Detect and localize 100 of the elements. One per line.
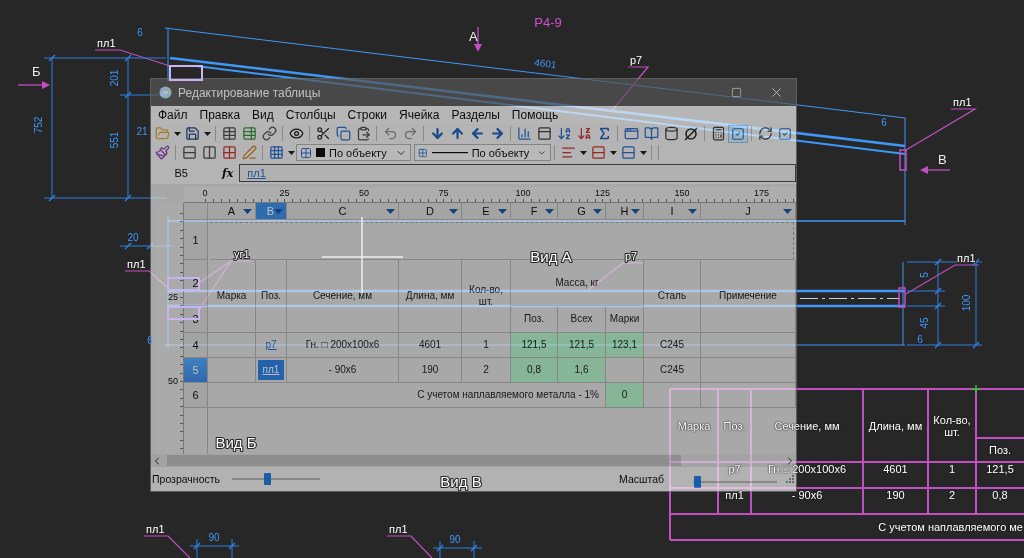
- save-icon[interactable]: [184, 126, 200, 141]
- diameter-icon[interactable]: [684, 126, 698, 141]
- dropdown-arrow-icon[interactable]: [386, 208, 395, 214]
- copy-icon[interactable]: [335, 126, 351, 141]
- header-cell[interactable]: Поз.: [256, 260, 287, 333]
- empty-cell[interactable]: [701, 383, 796, 408]
- row-header[interactable]: 4: [184, 333, 208, 358]
- menu-item[interactable]: Разделы: [445, 106, 506, 124]
- row-header[interactable]: 1: [184, 220, 208, 260]
- undo-icon[interactable]: [382, 126, 398, 141]
- table-cell[interactable]: 190: [399, 358, 462, 383]
- arrow-right-icon[interactable]: [489, 126, 505, 141]
- formula-field[interactable]: пл1: [239, 164, 796, 182]
- redo-icon[interactable]: [402, 126, 418, 141]
- table-cell[interactable]: 123,1: [606, 333, 644, 358]
- calculator-icon[interactable]: [710, 126, 726, 141]
- column-header[interactable]: D: [399, 203, 462, 220]
- dropdown-arrow-icon[interactable]: [498, 208, 507, 214]
- refresh-icon[interactable]: [757, 126, 773, 141]
- table-cell[interactable]: 121,5: [511, 333, 558, 358]
- clipboard-icon[interactable]: [355, 126, 371, 141]
- caret-icon[interactable]: [609, 150, 617, 155]
- dropdown-arrow-icon[interactable]: [783, 208, 792, 214]
- menu-item[interactable]: Строки: [341, 106, 394, 124]
- column-header[interactable]: E: [462, 203, 511, 220]
- header-cell[interactable]: Длина, мм: [399, 260, 462, 333]
- slider-thumb[interactable]: [694, 476, 702, 488]
- column-header[interactable]: G: [558, 203, 606, 220]
- dropdown-arrow-icon[interactable]: [593, 208, 602, 214]
- table-cell[interactable]: 1: [462, 333, 511, 358]
- table-cell[interactable]: 0,8: [511, 358, 558, 383]
- caret-icon[interactable]: [579, 150, 587, 155]
- row-header[interactable]: 2: [184, 260, 208, 306]
- rows-icon[interactable]: [181, 145, 197, 160]
- column-header[interactable]: J: [701, 203, 796, 220]
- sort-ascending-icon[interactable]: [556, 126, 572, 141]
- scissors-icon[interactable]: [315, 126, 331, 141]
- grid-icon[interactable]: [268, 145, 284, 160]
- row-header[interactable]: 6: [184, 383, 208, 408]
- dropdown-arrow-icon[interactable]: [449, 208, 458, 214]
- sort-descending-icon[interactable]: [576, 126, 592, 141]
- table-icon[interactable]: [241, 126, 257, 141]
- column-header[interactable]: A: [208, 203, 256, 220]
- table-cell[interactable]: - 90x6: [287, 358, 399, 383]
- table-cell[interactable]: Гн. □ 200x100x6: [287, 333, 399, 358]
- pencil-icon[interactable]: [241, 145, 257, 160]
- header-cell[interactable]: Кол-во, шт.: [462, 260, 511, 333]
- rows-icon[interactable]: [620, 145, 636, 160]
- menu-item[interactable]: Вид: [246, 106, 280, 124]
- line-style-select[interactable]: По объекту: [414, 144, 551, 161]
- cylinder-icon[interactable]: [663, 126, 679, 141]
- table-cell[interactable]: С учетом наплавляемого металла - 1%: [208, 383, 606, 408]
- column-header[interactable]: F: [511, 203, 558, 220]
- rows-icon[interactable]: [590, 145, 606, 160]
- menu-item[interactable]: Помощь: [505, 106, 565, 124]
- table-cell[interactable]: 4601: [399, 333, 462, 358]
- header-cell[interactable]: Сталь: [644, 260, 701, 333]
- table-cell[interactable]: С245: [644, 333, 701, 358]
- caret-icon[interactable]: [639, 150, 647, 155]
- slider-thumb[interactable]: [264, 473, 272, 485]
- grid-icon[interactable]: [221, 145, 237, 160]
- columns-icon[interactable]: [201, 145, 217, 160]
- table-cell[interactable]: 1,6: [558, 358, 606, 383]
- dropdown-arrow-icon[interactable]: [631, 208, 640, 214]
- book-icon[interactable]: [643, 126, 659, 141]
- caret-icon[interactable]: [173, 131, 181, 136]
- header-cell[interactable]: Поз.: [511, 306, 558, 333]
- table-cell[interactable]: 0: [606, 383, 644, 408]
- caret-icon[interactable]: [203, 131, 211, 136]
- menu-item[interactable]: Файл: [152, 106, 194, 124]
- fill-select[interactable]: По объекту: [296, 144, 411, 161]
- table-icon[interactable]: [221, 126, 237, 141]
- align-left-icon[interactable]: [560, 145, 576, 160]
- table-cell[interactable]: С245: [644, 358, 701, 383]
- scrollbar-thumb[interactable]: [167, 455, 681, 466]
- dropdown-arrow-icon[interactable]: [243, 208, 252, 214]
- dropdown-arrow-icon[interactable]: [545, 208, 554, 214]
- window-icon[interactable]: [623, 126, 639, 141]
- caret-icon[interactable]: [287, 150, 295, 155]
- dropdown-arrow-icon[interactable]: [688, 208, 697, 214]
- header-cell[interactable]: Марка: [208, 260, 256, 333]
- column-header[interactable]: H: [606, 203, 644, 220]
- toggle-button[interactable]: [728, 124, 748, 143]
- table-cell[interactable]: пл1: [256, 358, 287, 383]
- arrow-down-icon[interactable]: [429, 126, 445, 141]
- menu-item[interactable]: Ячейка: [393, 106, 446, 124]
- header-cell[interactable]: Сечение, мм: [287, 260, 399, 333]
- paintbrush-icon[interactable]: [154, 145, 170, 160]
- header-cell[interactable]: Марки: [606, 306, 644, 333]
- window-icon[interactable]: [536, 126, 552, 141]
- header-cell[interactable]: Примечение: [701, 260, 796, 333]
- column-header[interactable]: C: [287, 203, 399, 220]
- resize-grip-icon[interactable]: [786, 475, 794, 483]
- column-header[interactable]: I: [644, 203, 701, 220]
- link-icon[interactable]: [261, 126, 277, 141]
- eye-icon[interactable]: [288, 126, 304, 141]
- table-cell[interactable]: 121,5: [558, 333, 606, 358]
- table-cell[interactable]: 2: [462, 358, 511, 383]
- menu-item[interactable]: Правка: [193, 106, 247, 124]
- menu-item[interactable]: Столбцы: [279, 106, 342, 124]
